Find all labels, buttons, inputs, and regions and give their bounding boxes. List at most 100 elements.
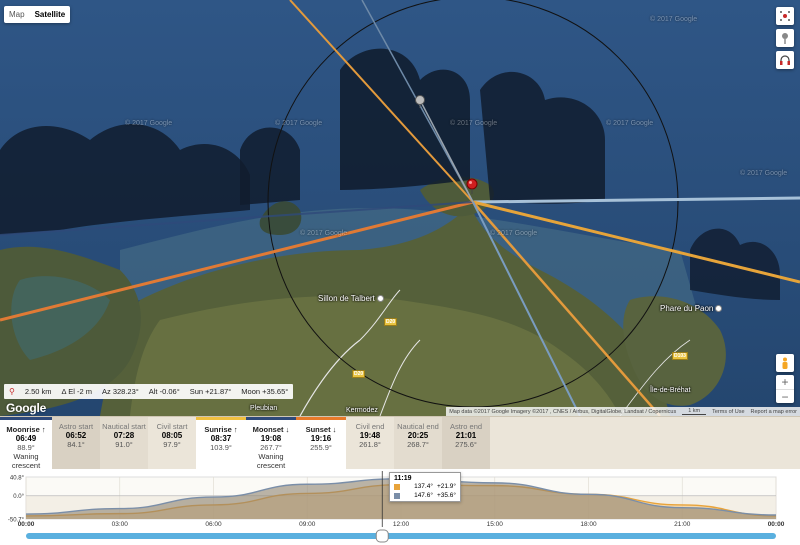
event-azimuth: 261.8° — [359, 440, 381, 449]
x-tick-label: 03:00 — [112, 521, 129, 528]
event-label: Nautical start — [102, 422, 146, 431]
event-azimuth: 84.1° — [67, 440, 85, 449]
distance-value: 2.50 km — [24, 387, 52, 396]
moon-value: Moon +35.65° — [241, 387, 289, 396]
watermark: © 2017 Google — [650, 16, 698, 23]
watermark: © 2017 Google — [275, 120, 323, 127]
map-type-map-button[interactable]: Map — [4, 6, 30, 23]
report-error-link[interactable]: Report a map error — [751, 409, 797, 415]
event-cell[interactable]: Astro start 06:52 84.1° — [52, 417, 100, 470]
road-tag: D20 — [352, 370, 366, 378]
tooltip-moon-azimuth: 147.6° — [414, 492, 433, 499]
location-pin-icon[interactable] — [466, 178, 478, 194]
place-label-sillon: Sillon de Talbert — [318, 294, 384, 303]
event-cell[interactable]: Civil end 19:48 261.8° — [346, 417, 394, 470]
zoom-control: + − — [776, 375, 794, 404]
event-label: Moonrise ↑ — [6, 425, 46, 434]
sun-swatch — [394, 483, 400, 490]
pegman-icon — [782, 357, 788, 369]
terms-link[interactable]: Terms of Use — [712, 409, 744, 415]
layers-button[interactable] — [776, 7, 794, 25]
map-type-control: Map Satellite — [4, 6, 71, 23]
poi-icon — [376, 295, 384, 303]
poi-icon — [715, 305, 723, 313]
event-phase: Waning crescent — [256, 452, 286, 470]
event-label: Astro end — [449, 422, 483, 431]
road-tag: D20 — [384, 318, 398, 326]
event-label: Nautical end — [397, 422, 439, 431]
tooltip-time: 11:19 — [394, 475, 412, 482]
event-azimuth: 268.7° — [407, 440, 429, 449]
event-time: 19:16 — [310, 434, 332, 443]
pin-icon — [782, 33, 788, 44]
event-cell[interactable]: Civil start 08:05 97.9° — [148, 417, 196, 470]
event-phase: Waning crescent — [11, 452, 41, 470]
pin-pair-icon: ⚲ — [9, 387, 15, 396]
tooltip-sun-altitude: +21.9° — [436, 483, 456, 490]
scale-label: 1 km — [682, 408, 707, 415]
pin-button[interactable] — [776, 29, 794, 47]
watermark: © 2017 Google — [606, 120, 654, 127]
event-cell[interactable]: Moonset ↓19:08267.7°Waning crescent1.2% — [246, 417, 296, 479]
event-azimuth: 97.9° — [163, 440, 181, 449]
tooltip-moon-altitude: +35.6° — [436, 492, 456, 499]
event-time: 21:01 — [455, 431, 477, 440]
altitude-value: Alt -0.06° — [148, 387, 180, 396]
watermark: © 2017 Google — [125, 120, 173, 127]
y-tick-label: 0.0° — [13, 494, 24, 500]
event-time: 19:48 — [359, 431, 381, 440]
azimuth-value: Az 328.23° — [101, 387, 139, 396]
event-label: Sunrise ↑ — [204, 425, 238, 434]
x-tick-label: 18:00 — [580, 521, 597, 528]
map-type-satellite-button[interactable]: Satellite — [30, 6, 71, 23]
x-tick-label: 12:00 — [393, 521, 410, 528]
elevation-value: Δ El -2 m — [61, 387, 92, 396]
event-cell[interactable]: Astro end 21:01 275.6° — [442, 417, 490, 470]
event-cell[interactable]: Moonrise ↑06:4988.9°Waning crescent2.7% — [0, 417, 52, 479]
pegman-button[interactable] — [776, 354, 794, 372]
event-azimuth: 103.9° — [210, 443, 232, 452]
watermark: © 2017 Google — [450, 120, 498, 127]
secondary-pin-icon[interactable] — [414, 94, 426, 108]
place-label-phare: Phare du Paon — [660, 304, 723, 313]
headphones-button[interactable] — [776, 51, 794, 69]
x-tick-label: 00:00 — [768, 521, 785, 528]
event-cell[interactable]: Sunset ↓ 19:16 255.9° — [296, 417, 346, 470]
event-time: 07:28 — [113, 431, 135, 440]
road-tag: D103 — [672, 352, 688, 360]
place-label-pleubian: Pleubian — [250, 405, 278, 412]
map-view[interactable]: © 2017 Google © 2017 Google © 2017 Googl… — [0, 0, 800, 416]
google-logo: Google — [6, 401, 47, 415]
place-label-brehat: Île-de-Bréhat — [650, 387, 691, 394]
event-label: Moonset ↓ — [252, 425, 290, 434]
event-time: 08:05 — [161, 431, 183, 440]
event-azimuth: 88.9° — [17, 443, 35, 452]
place-label-kermodez: Kermodez — [346, 407, 378, 414]
event-label: Civil end — [355, 422, 385, 431]
event-cell[interactable]: Nautical start 07:28 91.0° — [100, 417, 148, 470]
measurement-infobar: ⚲ 2.50 km Δ El -2 m Az 328.23° Alt -0.06… — [4, 384, 294, 399]
event-cell[interactable]: Sunrise ↑ 08:37 103.9° — [196, 417, 246, 470]
event-label: Astro start — [58, 422, 94, 431]
event-time: 06:52 — [65, 431, 87, 440]
zoom-in-button[interactable]: + — [776, 375, 794, 389]
tooltip-sun-row: 137.4° +21.9° — [394, 482, 456, 491]
tooltip-moon-row: 147.6° +35.6° — [394, 491, 456, 500]
event-cell[interactable]: Nautical end 20:25 268.7° — [394, 417, 442, 470]
moon-swatch — [394, 492, 400, 499]
watermark: © 2017 Google — [740, 170, 788, 177]
tooltip-sun-azimuth: 137.4° — [414, 483, 433, 490]
graph-tooltip: 11:19 137.4° +21.9° 147.6° +35.6° — [389, 472, 461, 502]
layers-icon — [780, 11, 790, 21]
y-tick-label: 40.8° — [10, 476, 25, 482]
event-label: Sunset ↓ — [305, 425, 337, 434]
x-tick-label: 21:00 — [674, 521, 691, 528]
event-azimuth: 91.0° — [115, 440, 133, 449]
event-time: 06:49 — [15, 434, 37, 443]
watermark: © 2017 Google — [490, 230, 538, 237]
x-tick-label: 06:00 — [205, 521, 222, 528]
time-slider-thumb[interactable] — [375, 529, 389, 543]
event-label: Civil start — [156, 422, 188, 431]
event-time: 08:37 — [210, 434, 232, 443]
zoom-out-button[interactable]: − — [776, 389, 794, 404]
